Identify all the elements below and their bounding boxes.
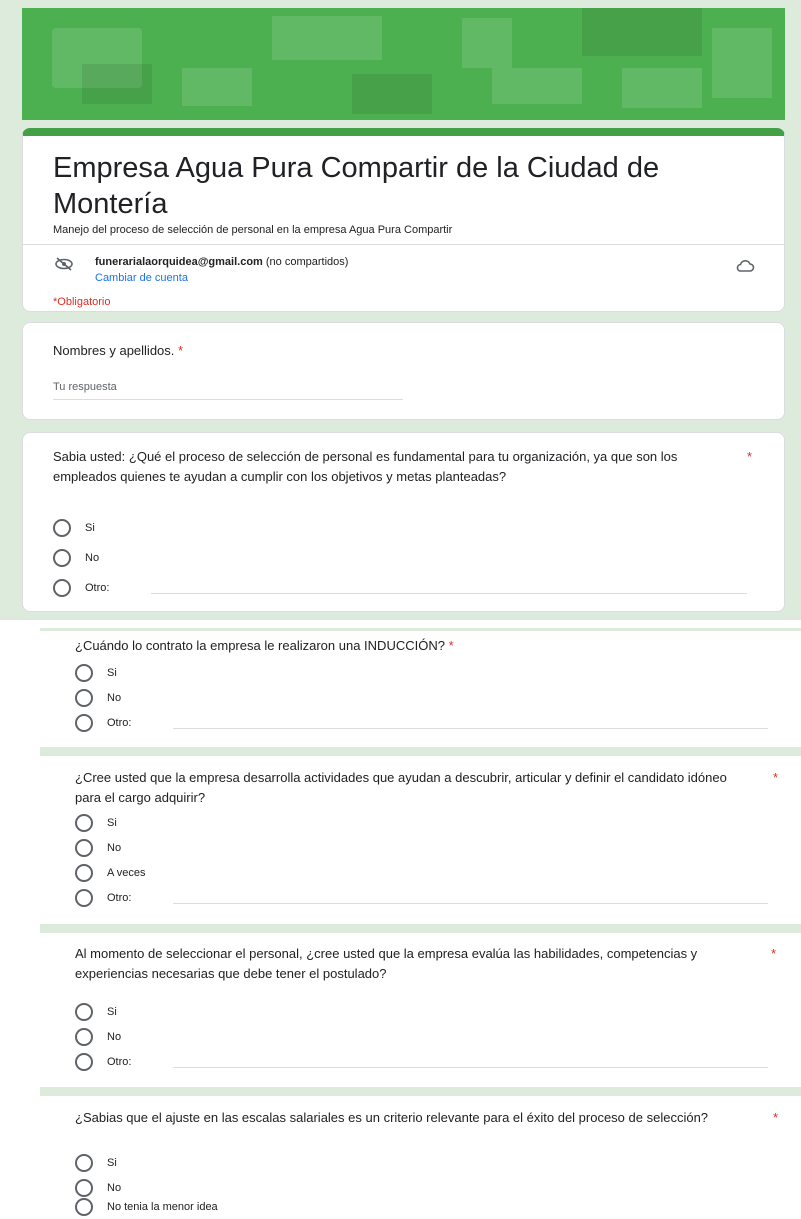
section-divider-band [40, 747, 801, 756]
question-title-habilidades: Al momento de seleccionar el personal, ¿… [75, 946, 698, 981]
section-divider-band [40, 924, 801, 933]
radio-circle[interactable] [75, 714, 93, 732]
header-banner [22, 8, 785, 120]
account-row: funerarialaorquidea@gmail.com (no compar… [53, 254, 755, 294]
switch-account-link[interactable]: Cambiar de cuenta [95, 272, 188, 284]
section-divider-band [40, 1087, 801, 1096]
account-email: funerarialaorquidea@gmail.com (no compar… [95, 256, 349, 268]
question-card-name: Nombres y apellidos. * Tu respuesta [22, 322, 785, 420]
radio-circle[interactable] [75, 1028, 93, 1046]
option-si[interactable]: Si [75, 814, 275, 834]
question-title: Sabia usted: ¿Qué el proceso de selecció… [53, 449, 678, 484]
header-divider [23, 244, 784, 245]
other-text-input[interactable] [173, 1067, 768, 1068]
option-a-veces[interactable]: A veces [75, 864, 275, 884]
radio-circle[interactable] [75, 839, 93, 857]
radio-circle[interactable] [75, 1198, 93, 1216]
option-no[interactable]: No [75, 839, 275, 859]
question-title: Nombres y apellidos. * [53, 343, 184, 358]
option-otro[interactable]: Otro: [75, 1053, 175, 1073]
option-si[interactable]: Si [75, 664, 275, 684]
radio-circle[interactable] [53, 549, 71, 567]
option-no[interactable]: No [75, 1028, 275, 1048]
other-text-input[interactable] [173, 903, 768, 904]
option-no[interactable]: No [75, 1179, 275, 1199]
option-si[interactable]: Si [75, 1154, 275, 1174]
option-no[interactable]: No [53, 549, 253, 569]
form-description: Manejo del proceso de selección de perso… [53, 224, 453, 236]
question-title-candidato: ¿Cree usted que la empresa desarrolla ac… [75, 770, 727, 805]
form-top-section: Empresa Agua Pura Compartir de la Ciudad… [0, 0, 801, 620]
radio-circle[interactable] [75, 1154, 93, 1172]
required-star: * [771, 946, 777, 961]
option-si[interactable]: Si [75, 1003, 275, 1023]
other-text-input[interactable] [173, 728, 768, 729]
not-shared-eye-off-icon [53, 256, 75, 272]
radio-circle[interactable] [75, 1179, 93, 1197]
other-text-input[interactable] [151, 593, 747, 594]
radio-circle[interactable] [75, 664, 93, 682]
question-title-induccion: ¿Cuándo lo contrato la empresa le realiz… [75, 638, 454, 653]
option-no-tenia-idea[interactable]: No tenia la menor idea [75, 1198, 335, 1218]
cloud-save-icon [735, 258, 755, 274]
required-note: *Obligatorio [53, 296, 111, 308]
radio-circle[interactable] [75, 689, 93, 707]
radio-circle[interactable] [75, 889, 93, 907]
required-star: * [773, 1110, 779, 1125]
section-divider-band [40, 628, 801, 631]
option-no[interactable]: No [75, 689, 275, 709]
option-otro[interactable]: Otro: [75, 889, 175, 909]
option-otro[interactable]: Otro: [75, 714, 175, 734]
radio-circle[interactable] [53, 519, 71, 537]
answer-input[interactable]: Tu respuesta [53, 381, 403, 400]
radio-circle[interactable] [75, 864, 93, 882]
question-title-salarios: ¿Sabias que el ajuste en las escalas sal… [75, 1110, 709, 1125]
form-title: Empresa Agua Pura Compartir de la Ciudad… [53, 152, 660, 220]
radio-circle[interactable] [75, 1003, 93, 1021]
option-otro[interactable]: Otro: [53, 579, 153, 599]
required-star: * [773, 770, 779, 785]
form-header-card: Empresa Agua Pura Compartir de la Ciudad… [22, 128, 785, 312]
option-si[interactable]: Si [53, 519, 253, 539]
required-star: * [747, 449, 753, 464]
radio-circle[interactable] [53, 579, 71, 597]
radio-circle[interactable] [75, 814, 93, 832]
question-card-importance: Sabia usted: ¿Qué el proceso de selecció… [22, 432, 785, 612]
radio-circle[interactable] [75, 1053, 93, 1071]
